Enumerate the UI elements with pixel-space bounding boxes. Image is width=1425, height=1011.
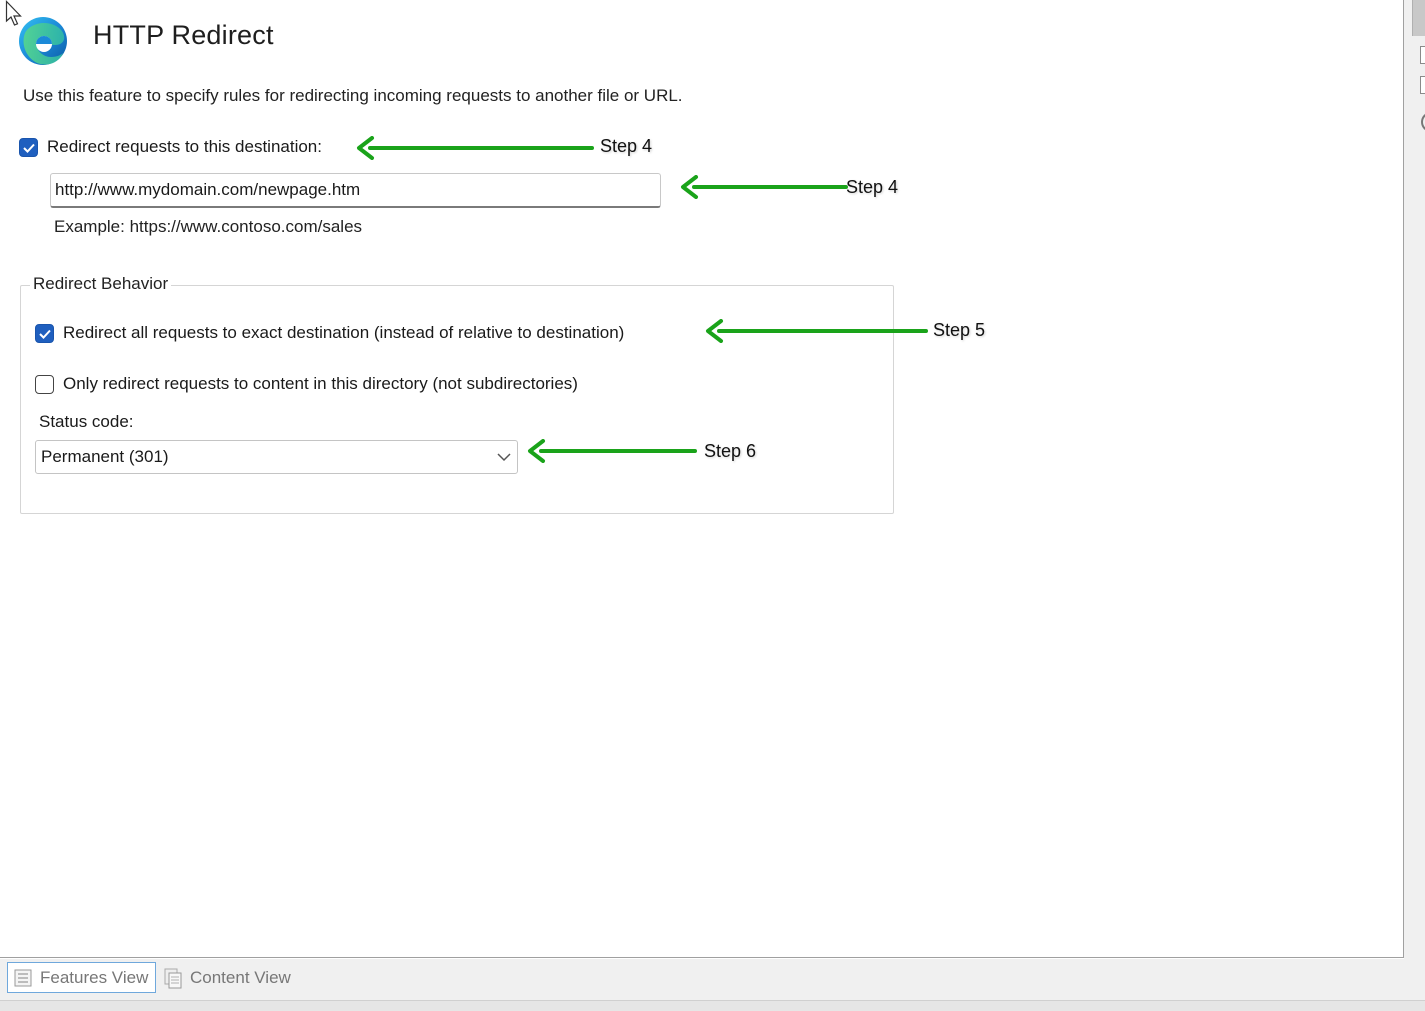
page-title: HTTP Redirect [93, 20, 274, 50]
step-label: Step 6 [704, 441, 757, 461]
destination-example: Example: https://www.contoso.com/sales [54, 217, 363, 236]
status-bar [0, 1000, 1425, 1011]
annotation-arrow-icon [706, 319, 928, 343]
exact-destination-checkbox[interactable] [35, 324, 54, 343]
help-icon[interactable] [1421, 112, 1425, 132]
content-view-icon [164, 968, 182, 988]
redirect-behavior-legend: Redirect Behavior [30, 274, 172, 294]
only-this-directory-label[interactable]: Only redirect requests to content in thi… [63, 374, 578, 394]
edge-browser-icon [19, 17, 67, 65]
checkmark-icon [39, 329, 51, 339]
annotation-arrow-icon [681, 175, 848, 199]
status-code-select[interactable]: Permanent (301) [35, 440, 518, 474]
redirect-destination-checkbox[interactable] [19, 138, 38, 157]
status-code-selected: Permanent (301) [41, 447, 169, 466]
panel-button-icon[interactable] [1420, 76, 1425, 94]
step-label: Step 4 [846, 177, 899, 197]
checkmark-icon [23, 143, 35, 153]
annotation-arrow-icon [357, 136, 594, 160]
right-panel-strip [1404, 0, 1425, 1000]
exact-destination-label[interactable]: Redirect all requests to exact destinati… [63, 323, 624, 343]
scrollbar-thumb[interactable] [1412, 0, 1425, 36]
panel-button-icon[interactable] [1420, 46, 1425, 64]
feature-description: Use this feature to specify rules for re… [23, 86, 683, 105]
annotation-arrow-icon [528, 439, 697, 463]
redirect-destination-input[interactable] [50, 173, 661, 208]
chevron-down-icon [497, 453, 511, 462]
tab-features-view-label: Features View [40, 967, 149, 987]
tab-content-view[interactable]: Content View [158, 962, 308, 993]
tab-features-view[interactable]: Features View [7, 962, 156, 993]
step-label: Step 4 [600, 136, 653, 156]
status-code-label: Status code: [39, 412, 134, 431]
tab-content-view-label: Content View [190, 967, 291, 987]
only-this-directory-checkbox[interactable] [35, 375, 54, 394]
redirect-destination-label[interactable]: Redirect requests to this destination: [47, 137, 322, 157]
features-view-icon [14, 969, 32, 986]
step-label: Step 5 [933, 320, 986, 340]
